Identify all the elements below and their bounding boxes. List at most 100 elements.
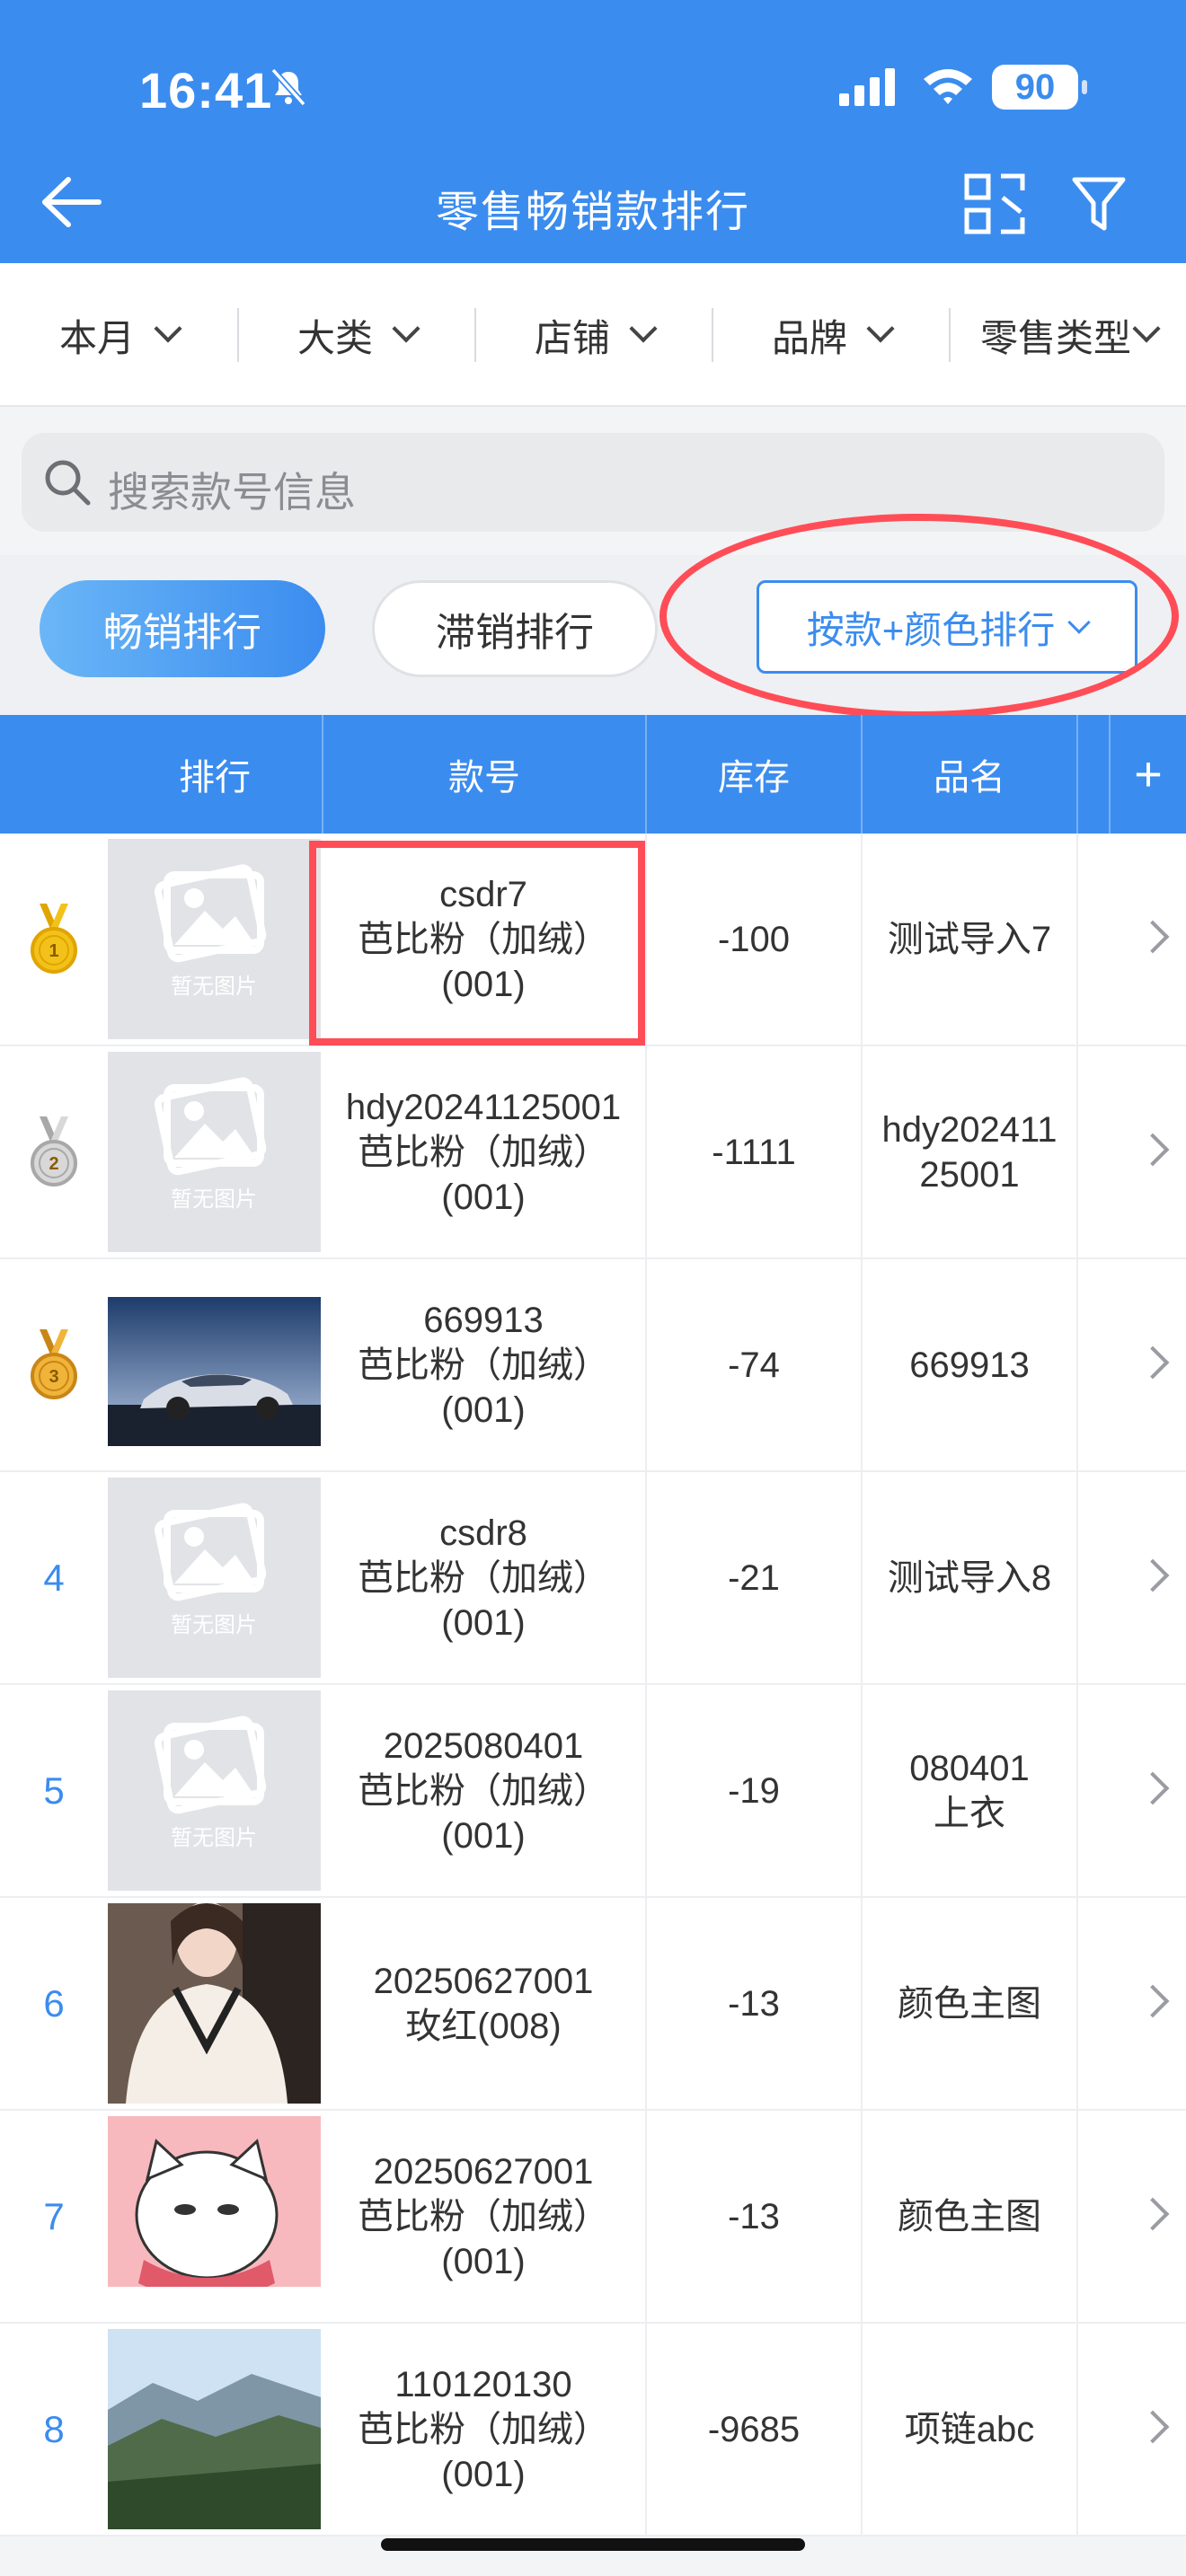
product-name-cell: hdy202411 25001 xyxy=(863,1046,1078,1257)
rank-cell: 8 xyxy=(0,2324,108,2535)
rank-cell: 1 xyxy=(0,834,108,1045)
mountain-photo xyxy=(108,2329,321,2529)
code-cell: csdr8 芭比粉（加绒） (001) xyxy=(322,1472,647,1683)
product-name-cell: 颜色主图 xyxy=(863,2111,1078,2322)
chevron-right-icon[interactable] xyxy=(1136,1984,1170,2018)
product-name: 测试导入7 xyxy=(887,919,1052,959)
table-header: 排行 款号 库存 品名 + xyxy=(0,715,1186,834)
stock-cell: -21 xyxy=(647,1472,863,1683)
svg-text:1: 1 xyxy=(49,941,58,961)
rank-cell: 2 xyxy=(0,1046,108,1257)
chevron-right-icon[interactable] xyxy=(1136,1771,1170,1805)
stock-cell: -13 xyxy=(647,2111,863,2322)
chevron-right-icon[interactable] xyxy=(1136,2410,1170,2444)
header-stock: 库存 xyxy=(647,715,863,834)
code-cell: 20250627001 玫红(008) xyxy=(322,1898,647,2109)
filter-store-label: 店铺 xyxy=(534,316,610,359)
chevron-down-icon xyxy=(1132,314,1161,343)
table-row[interactable]: 6 20250627001 玫红(008) -13 颜色主图 xyxy=(0,1898,1186,2111)
search-placeholder: 搜索款号信息 xyxy=(108,469,356,516)
style-code: 110120130 xyxy=(394,2364,572,2404)
table-row[interactable]: 5 暂无图片 2025080401 芭比粉（加绒） (001) -19 080401 上衣 xyxy=(0,1685,1186,1898)
product-name: 669913 xyxy=(909,1345,1030,1385)
home-indicator xyxy=(381,2538,805,2551)
add-column-button[interactable]: + xyxy=(1109,715,1186,834)
no-image-placeholder-icon: 暂无图片 xyxy=(108,1690,321,1891)
no-image-placeholder-icon: 暂无图片 xyxy=(108,1478,321,1678)
chevron-right-icon[interactable] xyxy=(1136,1558,1170,1592)
rank-cell: 4 xyxy=(0,1472,108,1683)
color-name: 芭比粉（加绒） (001) xyxy=(358,1557,609,1643)
product-thumbnail: 暂无图片 xyxy=(108,1478,321,1678)
search-input[interactable]: 搜索款号信息 xyxy=(22,433,1164,532)
rank-cell: 6 xyxy=(0,1898,108,2109)
rank-cell: 5 xyxy=(0,1685,108,1896)
tab-best-selling[interactable]: 畅销排行 xyxy=(40,580,325,677)
code-cell: 669913 芭比粉（加绒） (001) xyxy=(322,1259,647,1470)
filter-category[interactable]: 大类 xyxy=(239,263,474,407)
code-cell: 2025080401 芭比粉（加绒） (001) xyxy=(322,1685,647,1896)
svg-text:3: 3 xyxy=(49,1367,58,1387)
cartoon-cat-photo xyxy=(108,2116,321,2316)
product-name-cell: 测试导入8 xyxy=(863,1472,1078,1683)
no-image-placeholder-icon: 暂无图片 xyxy=(108,1052,321,1252)
product-thumbnail xyxy=(108,1265,321,1465)
table-row[interactable]: 3 669913 芭比粉（加绒） (001) -74 669913 xyxy=(0,1259,1186,1472)
rank-number: 6 xyxy=(43,1981,65,2025)
filter-brand[interactable]: 品牌 xyxy=(713,263,949,407)
no-image-placeholder-icon: 暂无图片 xyxy=(108,839,321,1039)
product-name: 测试导入8 xyxy=(887,1557,1052,1598)
highlight-box xyxy=(309,841,645,1045)
filter-store[interactable]: 店铺 xyxy=(476,263,712,407)
filter-brand-label: 品牌 xyxy=(771,316,847,359)
rank-cell: 3 xyxy=(0,1259,108,1470)
product-thumbnail: 暂无图片 xyxy=(108,1052,321,1252)
table-row[interactable]: 8 110120130 芭比粉（加绒） (001) -9685 项链abc xyxy=(0,2324,1186,2536)
header-rank: 排行 xyxy=(0,715,323,834)
filter-category-label: 大类 xyxy=(296,316,373,359)
chevron-down-icon xyxy=(392,314,420,343)
chevron-right-icon[interactable] xyxy=(1136,1133,1170,1167)
svg-text:2: 2 xyxy=(49,1154,58,1174)
color-name: 芭比粉（加绒） (001) xyxy=(358,2196,609,2281)
filter-month[interactable]: 本月 xyxy=(0,263,237,407)
chevron-down-icon xyxy=(154,314,182,343)
filter-retail-type[interactable]: 零售类型 xyxy=(951,263,1186,407)
stock-cell: -100 xyxy=(647,834,863,1045)
product-thumbnail: 暂无图片 xyxy=(108,1690,321,1891)
table-row[interactable]: 2 暂无图片 hdy20241125001 芭比粉（加绒） (001) -1111 hdy2… xyxy=(0,1046,1186,1259)
color-name: 芭比粉（加绒） (001) xyxy=(358,1770,609,1856)
style-code: 20250627001 xyxy=(373,2151,594,2192)
rank-number: 4 xyxy=(43,1556,65,1599)
filter-month-label: 本月 xyxy=(58,316,135,359)
product-thumbnail xyxy=(108,2116,321,2316)
no-image-text: 暂无图片 xyxy=(171,1825,257,1850)
header-name: 品名 xyxy=(863,715,1078,834)
chevron-right-icon[interactable] xyxy=(1136,2197,1170,2231)
tab-slow-selling[interactable]: 滞销排行 xyxy=(372,580,658,677)
code-cell: 20250627001 芭比粉（加绒） (001) xyxy=(322,2111,647,2322)
table-row[interactable]: 4 暂无图片 csdr8 芭比粉（加绒） (001) -21 测试导入8 xyxy=(0,1472,1186,1685)
rank-cell: 7 xyxy=(0,2111,108,2322)
table-row[interactable]: 7 20250627001 芭比粉（加绒） (001) -13 颜色主图 xyxy=(0,2111,1186,2324)
style-code: 669913 xyxy=(423,1300,544,1340)
code-cell: 110120130 芭比粉（加绒） (001) xyxy=(322,2324,647,2535)
highlight-ellipse xyxy=(659,514,1179,719)
header-rank-label: 排行 xyxy=(179,758,251,798)
product-name-cell: 669913 xyxy=(863,1259,1078,1470)
silver-medal-icon: 2 xyxy=(31,1116,77,1187)
rank-number: 5 xyxy=(43,1769,65,1812)
status-bar: 16:41 90 xyxy=(0,0,1186,171)
sweater-photo xyxy=(108,1903,321,2104)
stock-cell: -9685 xyxy=(647,2324,863,2535)
no-image-text: 暂无图片 xyxy=(171,1187,257,1212)
battery-indicator: 90 xyxy=(992,65,1087,110)
chevron-right-icon[interactable] xyxy=(1136,920,1170,954)
gold-medal-icon: 1 xyxy=(31,903,77,974)
color-name: 芭比粉（加绒） (001) xyxy=(358,2409,609,2494)
stock-cell: -19 xyxy=(647,1685,863,1896)
filter-bar: 本月 大类 店铺 品牌 零售类型 xyxy=(0,263,1186,407)
filter-icon[interactable] xyxy=(1069,171,1128,237)
chevron-right-icon[interactable] xyxy=(1136,1345,1170,1380)
scan-icon[interactable] xyxy=(961,171,1028,237)
